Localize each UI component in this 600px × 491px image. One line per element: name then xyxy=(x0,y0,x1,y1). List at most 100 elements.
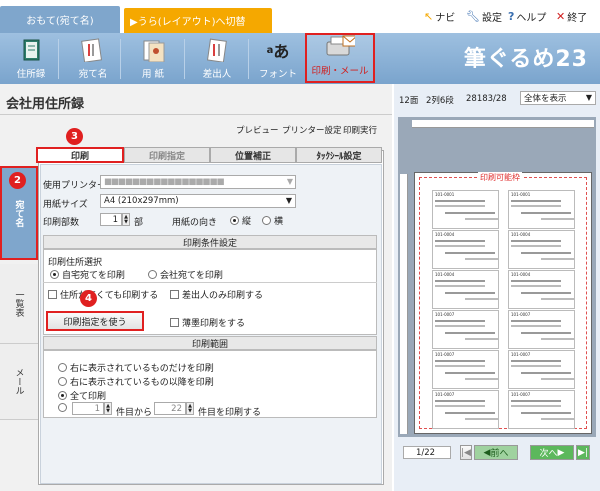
range-to-input[interactable]: 22 xyxy=(154,402,186,415)
toolbar-address-book-button[interactable]: 住所録 xyxy=(8,33,54,84)
last-page-button[interactable]: ▶| xyxy=(576,445,590,460)
tab-print-spec[interactable]: 印刷指定 xyxy=(124,147,210,163)
range-displayed-only-radio[interactable]: 右に表示されているものだけを印刷 xyxy=(58,361,214,374)
divider xyxy=(0,114,392,115)
address-label-card: 101-0001 xyxy=(508,190,575,229)
chevron-down-icon: ▼ xyxy=(286,177,293,186)
range-to-stepper[interactable]: ▲ ▼ xyxy=(186,402,194,415)
prev-icon: ◀ xyxy=(483,447,491,458)
prev-button[interactable]: ◀ 前へ xyxy=(474,445,518,460)
card-text-lines xyxy=(511,360,561,362)
first-page-button[interactable]: |◀ xyxy=(460,445,472,460)
print-without-address-checkbox[interactable]: 住所が無くても印刷する xyxy=(48,288,158,301)
toolbar-separator xyxy=(58,39,59,79)
card-zip: 101-0004 xyxy=(435,232,455,237)
menu-settings[interactable]: 🔧︎ 設定 xyxy=(466,9,502,24)
record-count: 28183/28 xyxy=(466,94,507,104)
card-zip: 101-0004 xyxy=(435,272,455,277)
address-label-card: 101-0004 xyxy=(432,270,499,309)
address-label-card: 101-0007 xyxy=(508,390,575,429)
printer-select[interactable]: ■■■■■■■■■■■■■■■■■ ▼ xyxy=(100,175,296,189)
card-text-lines xyxy=(511,240,561,242)
copies-unit: 部 xyxy=(134,218,144,228)
range-all-radio[interactable]: 全て印刷 xyxy=(58,389,106,402)
close-icon: ✕ xyxy=(556,10,566,23)
conditions-header: 印刷条件設定 xyxy=(43,235,377,249)
range-custom-radio[interactable] xyxy=(58,403,67,412)
brand-logo: 筆ぐるめ23 xyxy=(463,47,588,72)
toolbar-paper-button[interactable]: 用 紙 xyxy=(128,33,178,84)
menu-exit[interactable]: ✕ 終了 xyxy=(556,9,587,24)
tab-switch-layout[interactable]: ▶うら(レイアウト)へ切替 xyxy=(124,8,272,33)
orientation-portrait-radio[interactable]: 縦 xyxy=(230,214,251,227)
callout-badge-2: 2 xyxy=(9,172,26,189)
card-text-lines xyxy=(511,200,561,202)
card-zip: 101-0007 xyxy=(511,312,531,317)
range-from-suffix: 件目から xyxy=(116,408,153,418)
use-print-spec-button[interactable]: 印刷指定を使う xyxy=(46,311,144,331)
thin-ink-checkbox[interactable]: 薄墨印刷をする xyxy=(170,316,245,329)
printable-area-label: 印刷可能枠 xyxy=(478,172,522,183)
home-address-radio[interactable]: 自宅宛てを印刷 xyxy=(50,268,125,281)
next-icon: ▶ xyxy=(557,447,565,458)
card-zip: 101-0007 xyxy=(435,352,455,357)
sender-only-checkbox[interactable]: 差出人のみ印刷する xyxy=(170,288,263,301)
paper-icon xyxy=(138,37,168,63)
range-to-suffix: 件目を印刷する xyxy=(198,408,262,418)
chevron-down-icon: ▼ xyxy=(285,196,292,205)
card-text-lines xyxy=(511,320,561,322)
panel-title: 会社用住所録 xyxy=(6,97,85,112)
address-label-card: 101-0007 xyxy=(508,310,575,349)
address-label-card: 101-0007 xyxy=(508,350,575,389)
address-label-card: 101-0007 xyxy=(432,350,499,389)
card-zip: 101-0001 xyxy=(435,192,455,197)
tab-position-correct[interactable]: 位置補正 xyxy=(210,147,296,163)
sender-card-icon xyxy=(202,37,232,63)
range-header: 印刷範囲 xyxy=(43,336,377,350)
toolbar-print-mail-button[interactable]: 印刷・メール xyxy=(305,33,375,83)
card-zip: 101-0007 xyxy=(435,312,455,317)
toolbar-addressee-button[interactable]: 宛て名 xyxy=(70,33,116,84)
view-mode-select[interactable]: 全体を表示 ▼ xyxy=(520,91,596,105)
toolbar-separator xyxy=(248,39,249,79)
next-button[interactable]: 次へ ▶ xyxy=(530,445,574,460)
copies-label: 印刷部数 xyxy=(43,218,80,228)
tab-front-addressee[interactable]: おもて(宛て名) xyxy=(0,6,120,33)
toolbar-font-button[interactable]: aあ フォント xyxy=(256,33,300,84)
card-zip: 101-0007 xyxy=(511,352,531,357)
question-icon: ? xyxy=(508,10,515,23)
side-tab-mail[interactable]: メール xyxy=(0,344,38,420)
toolbar-separator xyxy=(120,39,121,79)
card-zip: 101-0007 xyxy=(511,392,531,397)
paper-size-select[interactable]: A4 (210x297mm) ▼ xyxy=(100,194,296,208)
card-zip: 101-0004 xyxy=(511,272,531,277)
menu-help[interactable]: ? ヘルプ xyxy=(508,9,546,24)
tab-tack-seal[interactable]: ﾀｯｸｼｰﾙ設定 xyxy=(296,147,382,163)
menu-navi[interactable]: ↖ ナビ xyxy=(424,9,455,24)
range-from-input[interactable]: 1 xyxy=(72,402,104,415)
toolbar-separator xyxy=(184,39,185,79)
printer-label: 使用プリンター xyxy=(43,181,107,191)
card-text-lines xyxy=(511,400,561,402)
ruler-vertical xyxy=(400,174,408,434)
action-preview[interactable]: プレビュー xyxy=(236,124,279,136)
action-printer-settings[interactable]: プリンター設定 xyxy=(282,124,342,136)
paper-size-label: 用紙サイズ xyxy=(43,200,88,210)
orientation-landscape-radio[interactable]: 横 xyxy=(262,214,283,227)
copies-stepper[interactable]: ▲ ▼ xyxy=(122,213,130,226)
side-tab-list[interactable]: 一覧表 xyxy=(0,264,38,344)
address-label-card: 101-0004 xyxy=(432,230,499,269)
card-text-lines xyxy=(511,280,561,282)
card-zip: 101-0004 xyxy=(511,232,531,237)
action-print-execute[interactable]: 印刷実行 xyxy=(343,124,377,136)
company-address-radio[interactable]: 会社宛てを印刷 xyxy=(148,268,223,281)
range-from-displayed-radio[interactable]: 右に表示されているもの以降を印刷 xyxy=(58,375,214,388)
tab-print[interactable]: 印刷 xyxy=(36,147,124,163)
range-from-stepper[interactable]: ▲ ▼ xyxy=(104,402,112,415)
toolbar-sender-button[interactable]: 差出人 xyxy=(192,33,242,84)
ruler-horizontal xyxy=(412,120,594,128)
faces-count: 12面 xyxy=(399,96,419,106)
address-label-card: 101-0004 xyxy=(508,270,575,309)
copies-input[interactable]: 1 xyxy=(100,213,122,226)
printer-mail-icon xyxy=(325,34,355,60)
